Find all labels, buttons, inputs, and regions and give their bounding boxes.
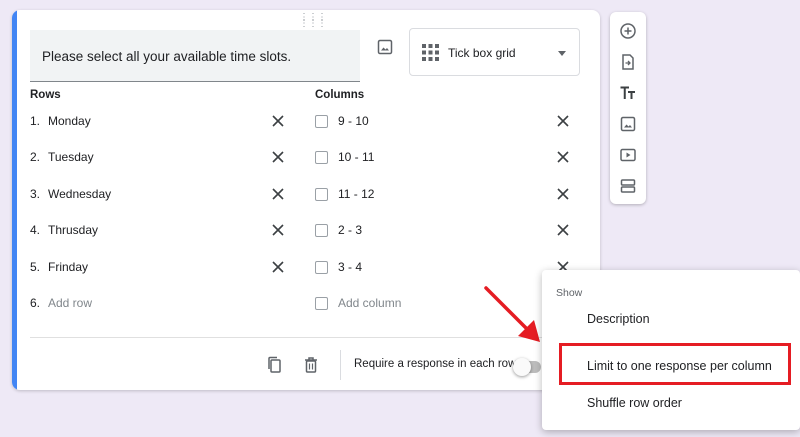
column-label[interactable]: 3 - 4 (338, 260, 362, 274)
row-item[interactable]: 5. Frinday (30, 255, 88, 279)
chevron-down-icon (558, 51, 566, 56)
add-image-icon[interactable] (376, 38, 394, 56)
column-label[interactable]: 11 - 12 (338, 187, 374, 201)
row-label[interactable]: Monday (48, 114, 91, 128)
add-video-icon[interactable] (619, 146, 637, 164)
checkbox-icon (315, 114, 328, 128)
row-item[interactable]: 4. Thrusday (30, 218, 98, 242)
remove-row-close-icon[interactable] (270, 113, 286, 129)
remove-row-close-icon[interactable] (270, 222, 286, 238)
question-title-input[interactable]: Please select all your available time sl… (30, 30, 360, 82)
row-label[interactable]: Tuesday (48, 150, 94, 164)
add-section-icon[interactable] (619, 177, 637, 195)
rows-heading: Rows (30, 89, 61, 101)
checkbox-icon (315, 260, 328, 274)
add-row[interactable]: 6. Add row (30, 291, 92, 315)
footer-separator (340, 350, 341, 380)
column-item[interactable]: 9 - 10 (315, 109, 369, 133)
row-number: 4. (30, 223, 41, 237)
row-label[interactable]: Frinday (48, 260, 88, 274)
remove-column-close-icon[interactable] (555, 113, 571, 129)
add-row-label[interactable]: Add row (48, 296, 92, 310)
drag-handle-icon[interactable]: ⋮⋮⋮ ⋮⋮⋮ (299, 13, 327, 29)
annotation-highlight-box (559, 343, 791, 385)
column-item[interactable]: 3 - 4 (315, 255, 362, 279)
side-toolbar (610, 12, 646, 204)
more-options-menu: Show Description Limit to one response p… (542, 270, 800, 430)
add-column[interactable]: Add column (315, 291, 401, 315)
row-number: 5. (30, 260, 41, 274)
remove-column-close-icon[interactable] (555, 222, 571, 238)
toggle-knob (513, 358, 531, 376)
row-item[interactable]: 2. Tuesday (30, 145, 94, 169)
checkbox-icon (315, 223, 328, 237)
column-label[interactable]: 2 - 3 (338, 223, 362, 237)
row-number: 6. (30, 296, 41, 310)
remove-row-close-icon[interactable] (270, 149, 286, 165)
menu-item-description[interactable]: Description (587, 312, 650, 326)
column-label[interactable]: 9 - 10 (338, 114, 369, 128)
remove-row-close-icon[interactable] (270, 259, 286, 275)
row-label[interactable]: Thrusday (48, 223, 98, 237)
trash-icon[interactable] (303, 356, 319, 374)
column-item[interactable]: 10 - 11 (315, 145, 374, 169)
menu-item-shuffle-row-order[interactable]: Shuffle row order (587, 396, 682, 410)
require-response-toggle[interactable] (513, 358, 541, 376)
active-card-indicator (12, 10, 17, 390)
row-item[interactable]: 3. Wednesday (30, 182, 111, 206)
grid-icon (422, 44, 439, 61)
add-question-icon[interactable] (619, 22, 637, 40)
question-title-text: Please select all your available time sl… (42, 49, 292, 64)
annotation-arrow (484, 286, 540, 342)
checkbox-icon (315, 296, 328, 310)
column-item[interactable]: 2 - 3 (315, 218, 362, 242)
columns-heading: Columns (315, 89, 365, 101)
column-label[interactable]: 10 - 11 (338, 150, 374, 164)
checkbox-icon (315, 150, 328, 164)
remove-column-close-icon[interactable] (555, 186, 571, 202)
add-column-label[interactable]: Add column (338, 296, 401, 310)
row-number: 3. (30, 187, 41, 201)
menu-section-label: Show (556, 287, 583, 299)
duplicate-icon[interactable] (266, 356, 282, 374)
import-questions-icon[interactable] (619, 53, 637, 71)
remove-row-close-icon[interactable] (270, 186, 286, 202)
row-label[interactable]: Wednesday (48, 187, 111, 201)
column-item[interactable]: 11 - 12 (315, 182, 374, 206)
add-image-icon[interactable] (619, 115, 637, 133)
row-number: 2. (30, 150, 41, 164)
require-response-label: Require a response in each row (354, 358, 517, 370)
remove-column-close-icon[interactable] (555, 149, 571, 165)
checkbox-icon (315, 187, 328, 201)
question-type-dropdown[interactable]: Tick box grid (409, 28, 580, 76)
add-title-icon[interactable] (619, 84, 637, 102)
row-item[interactable]: 1. Monday (30, 109, 91, 133)
row-number: 1. (30, 114, 41, 128)
question-type-label: Tick box grid (448, 46, 516, 60)
